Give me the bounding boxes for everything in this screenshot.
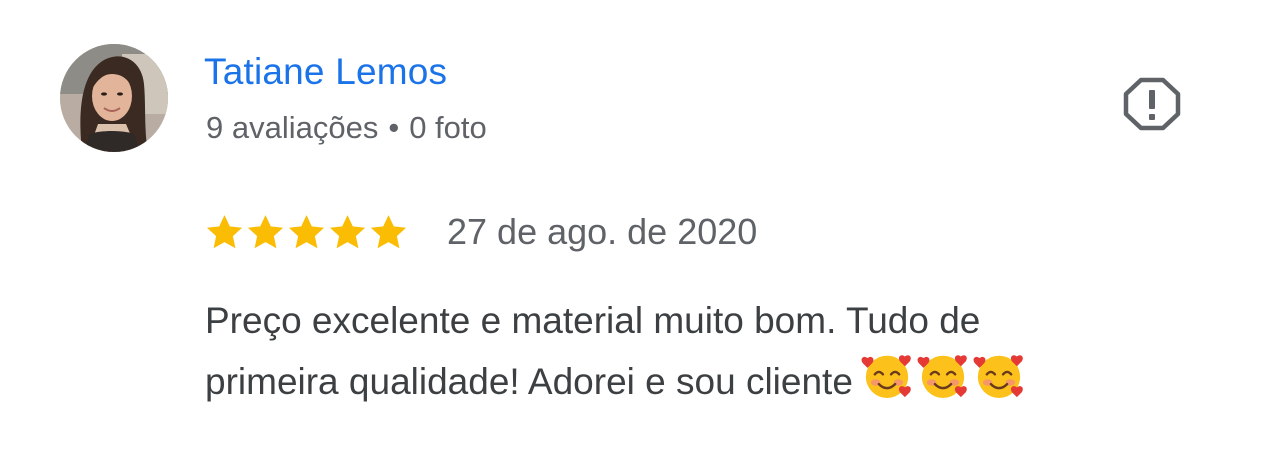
review-card: Tatiane Lemos 9 avaliações • 0 foto 27 de … — [0, 0, 1284, 472]
star-icon — [329, 214, 366, 248]
photos-count: 0 foto — [409, 110, 487, 145]
author-stats: 9 avaliações • 0 foto — [206, 108, 487, 148]
review-text-line-2-content: primeira qualidade! Adorei e sou cliente — [205, 361, 853, 402]
rating-row: 27 de ago. de 2020 — [204, 208, 757, 256]
review-text: Preço excelente e material muito bom. Tu… — [205, 292, 1165, 411]
review-date: 27 de ago. de 2020 — [447, 211, 758, 252]
star-icon — [206, 214, 243, 248]
smiling-face-with-hearts-icon — [917, 355, 967, 398]
star-icon — [288, 214, 325, 248]
star-rating — [204, 212, 409, 253]
meta-separator: • — [388, 110, 400, 145]
avatar-photo — [60, 44, 168, 152]
avatar[interactable] — [60, 44, 168, 152]
smiling-face-with-hearts-icon — [861, 355, 911, 398]
report-flag-icon — [1123, 77, 1181, 131]
report-button[interactable] — [1122, 76, 1182, 132]
author-name[interactable]: Tatiane Lemos — [204, 50, 447, 94]
smiling-face-with-hearts-icon — [973, 355, 1023, 398]
reviews-count: 9 avaliações — [206, 110, 379, 145]
star-icon — [370, 214, 407, 248]
review-text-line-1: Preço excelente e material muito bom. Tu… — [205, 300, 981, 341]
review-text-line-2: primeira qualidade! Adorei e sou cliente — [205, 350, 1165, 411]
emoji-group — [861, 350, 1025, 402]
star-icon — [247, 214, 284, 248]
